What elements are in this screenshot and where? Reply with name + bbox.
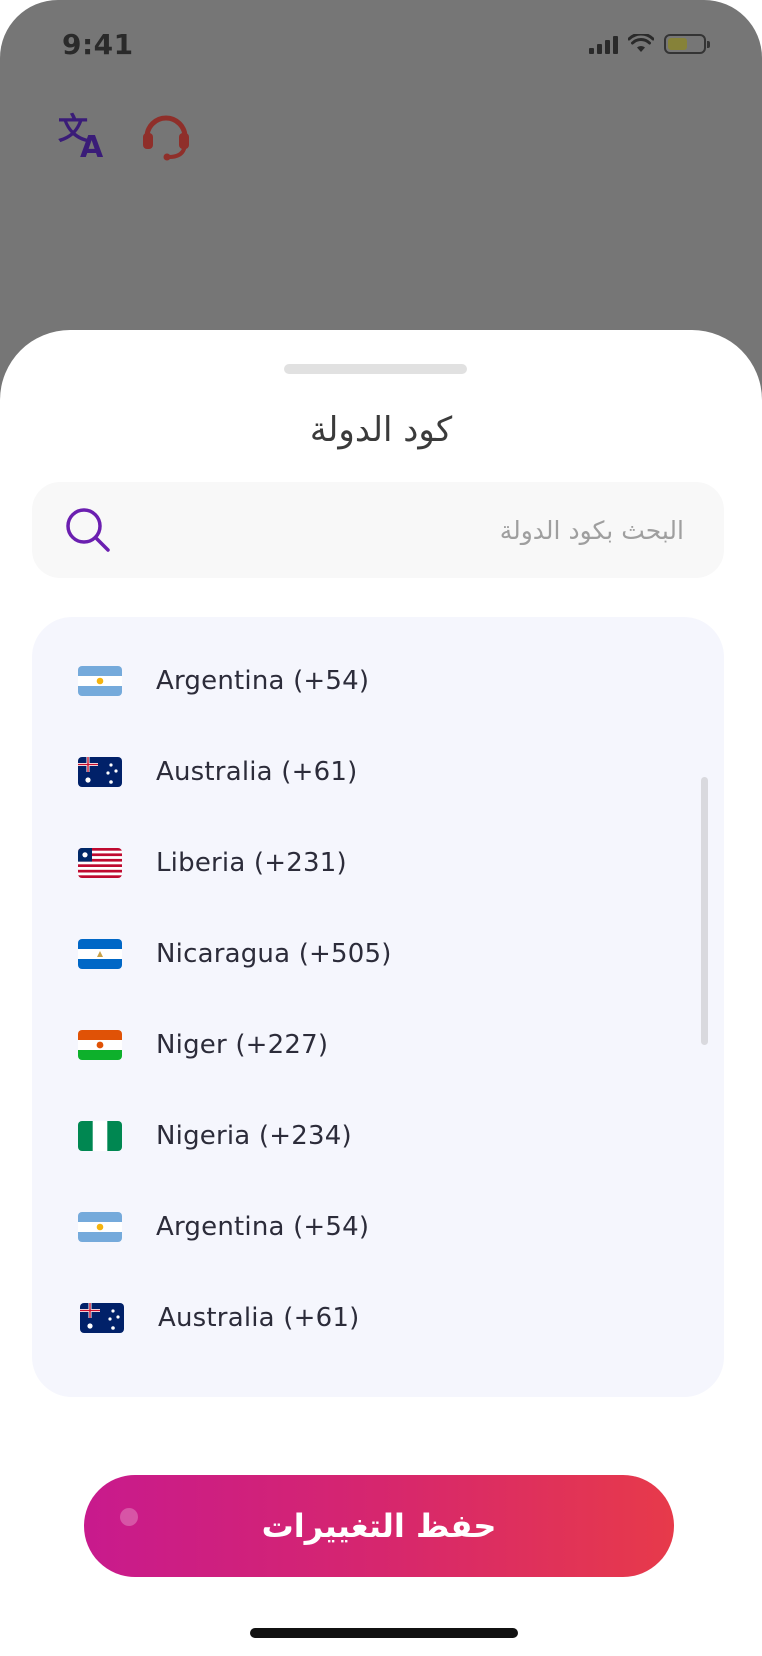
country-label: Nicaragua (+505) bbox=[156, 939, 392, 969]
argentina-flag-icon bbox=[78, 1212, 122, 1242]
battery-icon bbox=[664, 34, 710, 54]
country-label: Australia (+61) bbox=[158, 1303, 360, 1333]
country-label: Niger (+227) bbox=[156, 1030, 329, 1060]
niger-flag-icon bbox=[78, 1030, 122, 1060]
country-label: Nigeria (+234) bbox=[156, 1121, 352, 1151]
search-bar[interactable] bbox=[32, 482, 724, 578]
wifi-icon bbox=[628, 34, 654, 52]
translate-icon[interactable]: 文 A bbox=[54, 105, 114, 165]
home-indicator[interactable] bbox=[250, 1628, 518, 1638]
list-item[interactable]: Niger (+227) bbox=[32, 1000, 724, 1090]
cellular-signal-icon bbox=[589, 34, 618, 54]
status-icons bbox=[589, 34, 710, 54]
list-item[interactable]: Nigeria (+234) bbox=[32, 1091, 724, 1181]
australia-flag-icon bbox=[80, 1303, 124, 1333]
country-label: Argentina (+54) bbox=[156, 666, 370, 696]
list-item[interactable]: Liberia (+231) bbox=[32, 818, 724, 908]
australia-flag-icon bbox=[78, 757, 122, 787]
sheet-title: كود الدولة bbox=[309, 410, 453, 450]
country-label: Australia (+61) bbox=[156, 757, 358, 787]
liberia-flag-icon bbox=[78, 848, 122, 878]
button-ripple-dot bbox=[120, 1508, 138, 1526]
list-item[interactable]: Australia (+61) bbox=[32, 727, 724, 817]
list-item[interactable]: Argentina (+54) bbox=[32, 1182, 724, 1272]
argentina-flag-icon bbox=[78, 666, 122, 696]
status-bar: 9:41 bbox=[0, 0, 762, 90]
svg-text:A: A bbox=[80, 130, 104, 161]
top-icon-bar: 文 A bbox=[54, 105, 196, 165]
list-item[interactable]: Australia (+61) bbox=[34, 1273, 724, 1363]
list-item[interactable]: Argentina (+54) bbox=[32, 636, 724, 726]
save-changes-button[interactable]: حفظ التغييرات bbox=[84, 1475, 674, 1577]
nicaragua-flag-icon bbox=[78, 939, 122, 969]
search-icon[interactable] bbox=[60, 502, 116, 558]
list-scrollbar[interactable] bbox=[701, 777, 708, 1045]
nigeria-flag-icon bbox=[78, 1121, 122, 1151]
country-label: Argentina (+54) bbox=[156, 1212, 370, 1242]
search-input[interactable] bbox=[162, 482, 684, 578]
list-item[interactable]: Nicaragua (+505) bbox=[32, 909, 724, 999]
country-list[interactable]: Argentina (+54) Australia (+61) Liberia … bbox=[32, 617, 724, 1397]
battery-level bbox=[668, 38, 687, 50]
country-code-sheet: كود الدولة Argentina (+54) Australia (+6… bbox=[0, 330, 762, 1656]
status-time: 9:41 bbox=[62, 28, 134, 61]
phone-screen: 9:41 文 A كود الدولة البحث بكود الدولة Ar… bbox=[0, 0, 762, 1656]
sheet-grabber[interactable] bbox=[284, 364, 467, 374]
headset-support-icon[interactable] bbox=[136, 105, 196, 165]
country-label: Liberia (+231) bbox=[156, 848, 347, 878]
